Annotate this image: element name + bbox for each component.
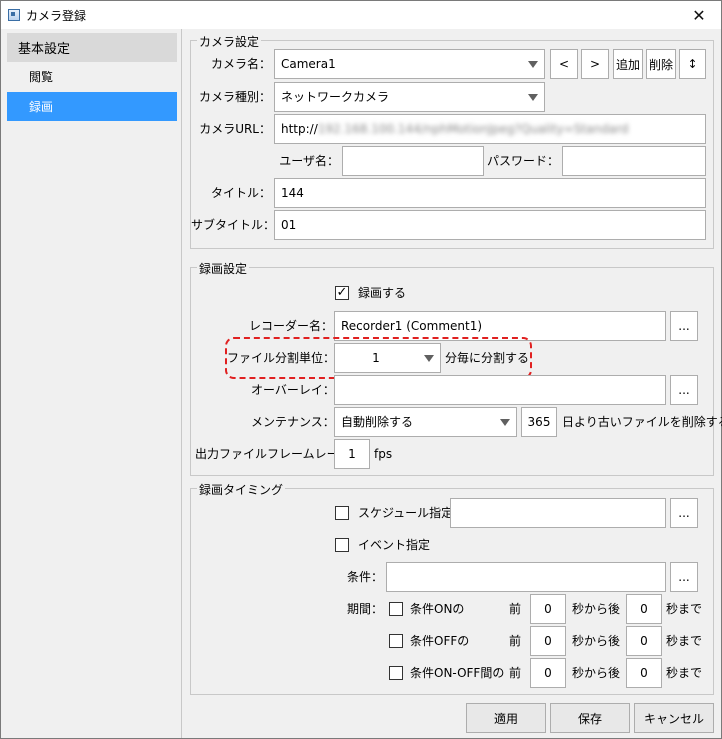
camera-name-label: カメラ名： <box>210 57 271 71</box>
password-input[interactable] <box>562 146 706 176</box>
period-onoff-end-label: 秒まで <box>666 666 703 680</box>
camera-settings-title: カメラ設定 <box>197 33 262 50</box>
period-onoff-mid-label: 秒から後 <box>572 666 621 680</box>
camera-type-combo[interactable]: ネットワークカメラ <box>274 82 545 112</box>
delete-camera-button[interactable]: 削除 <box>646 49 676 79</box>
condition-input[interactable] <box>386 562 666 592</box>
nav-view[interactable]: 閲覧 <box>7 62 177 91</box>
app-window-icon <box>8 9 20 21</box>
period-on-after-input[interactable]: 0 <box>626 594 662 624</box>
camera-url-blurred: 192.168.100.144/nphMotionJpeg?Quality=St… <box>317 122 629 136</box>
period-onoff-before-label: 前 <box>509 666 522 680</box>
chevron-down-icon <box>424 355 434 362</box>
save-button[interactable]: 保存 <box>550 703 630 733</box>
period-on-before-input[interactable]: 0 <box>530 594 566 624</box>
camera-name-value: Camera1 <box>281 57 336 71</box>
split-unit-combo[interactable]: 1 <box>334 343 441 373</box>
period-off-end-label: 秒まで <box>666 634 703 648</box>
chevron-down-icon <box>528 94 538 101</box>
period-onoff-before-input[interactable]: 0 <box>530 658 566 688</box>
camera-url-input[interactable]: http://192.168.100.144/nphMotionJpeg?Qua… <box>274 114 706 144</box>
schedule-checkbox[interactable] <box>335 506 349 520</box>
camera-name-combo[interactable]: Camera1 <box>274 49 545 79</box>
recorder-browse-button[interactable]: ... <box>670 311 698 341</box>
camera-url-label: カメラURL： <box>199 122 271 136</box>
chevron-down-icon <box>528 61 538 68</box>
settings-nav: 基本設定 閲覧 録画 <box>1 29 182 738</box>
add-camera-button[interactable]: 追加 <box>613 49 643 79</box>
period-off-after-input[interactable]: 0 <box>626 626 662 656</box>
period-label: 期間： <box>346 602 383 616</box>
username-input[interactable] <box>342 146 484 176</box>
period-onoff-after-input[interactable]: 0 <box>626 658 662 688</box>
overlay-label: オーバーレイ： <box>251 383 335 397</box>
recording-timing-title: 録画タイミング <box>197 481 286 498</box>
title-bar: カメラ登録 ✕ <box>1 1 721 29</box>
cancel-button[interactable]: キャンセル <box>634 703 714 733</box>
prev-camera-button[interactable]: < <box>550 49 578 79</box>
condition-label: 条件： <box>346 570 383 584</box>
period-onoff-checkbox[interactable] <box>389 666 403 680</box>
subtitle-input[interactable]: 01 <box>274 210 706 240</box>
maintenance-combo[interactable]: 自動削除する <box>334 407 517 437</box>
period-on-mid-label: 秒から後 <box>572 602 621 616</box>
maintenance-label: メンテナンス： <box>251 415 335 429</box>
recording-settings-title: 録画設定 <box>197 260 250 277</box>
username-label: ユーザ名： <box>279 154 339 168</box>
subtitle-label: サブタイトル： <box>191 218 276 232</box>
event-checkbox[interactable] <box>335 538 349 552</box>
period-onoff-label: 条件ON-OFF間の <box>410 666 505 680</box>
split-unit-suffix: 分毎に分割する <box>445 351 530 365</box>
camera-url-prefix: http:// <box>281 122 318 136</box>
window-title: カメラ登録 <box>26 8 87 23</box>
overlay-browse-button[interactable]: ... <box>670 375 698 405</box>
close-icon[interactable]: ✕ <box>681 3 717 27</box>
schedule-input[interactable] <box>450 498 666 528</box>
record-checkbox-label: 録画する <box>358 286 407 300</box>
title-label: タイトル： <box>210 186 271 200</box>
title-input[interactable]: 144 <box>274 178 706 208</box>
split-unit-value: 1 <box>372 351 380 365</box>
record-checkbox[interactable]: ✓ <box>335 286 349 300</box>
event-label: イベント指定 <box>358 538 431 552</box>
period-on-label: 条件ONの <box>410 602 465 616</box>
nav-basic-settings[interactable]: 基本設定 <box>7 33 177 62</box>
maintenance-days-input[interactable]: 365 <box>521 407 557 437</box>
period-on-end-label: 秒まで <box>666 602 703 616</box>
chevron-down-icon <box>500 419 510 426</box>
framerate-unit: fps <box>374 447 393 461</box>
framerate-label: 出力ファイルフレームレート： <box>195 447 363 461</box>
camera-register-dialog: カメラ登録 ✕ 基本設定 閲覧 録画 カメラ設定 カメラ名： Camera1 <… <box>0 0 722 739</box>
period-off-before-label: 前 <box>509 634 522 648</box>
schedule-label: スケジュール指定： <box>358 506 466 520</box>
period-on-before-label: 前 <box>509 602 522 616</box>
maintenance-value: 自動削除する <box>341 415 414 429</box>
password-label: パスワード： <box>487 154 560 168</box>
period-off-checkbox[interactable] <box>389 634 403 648</box>
maintenance-suffix: 日より古いファイルを削除する <box>562 415 722 429</box>
next-camera-button[interactable]: > <box>581 49 609 79</box>
split-unit-label: ファイル分割単位： <box>227 351 336 365</box>
schedule-browse-button[interactable]: ... <box>670 498 698 528</box>
camera-type-value: ネットワークカメラ <box>281 90 390 104</box>
period-off-label: 条件OFFの <box>410 634 470 648</box>
apply-button[interactable]: 適用 <box>466 703 546 733</box>
sort-icon[interactable]: ↕ <box>679 49 706 79</box>
overlay-input[interactable] <box>334 375 666 405</box>
condition-browse-button[interactable]: ... <box>670 562 698 592</box>
framerate-input[interactable]: 1 <box>334 439 370 469</box>
period-off-before-input[interactable]: 0 <box>530 626 566 656</box>
camera-type-label: カメラ種別： <box>198 90 271 104</box>
period-off-mid-label: 秒から後 <box>572 634 621 648</box>
period-on-checkbox[interactable] <box>389 602 403 616</box>
nav-recording[interactable]: 録画 <box>7 92 177 121</box>
